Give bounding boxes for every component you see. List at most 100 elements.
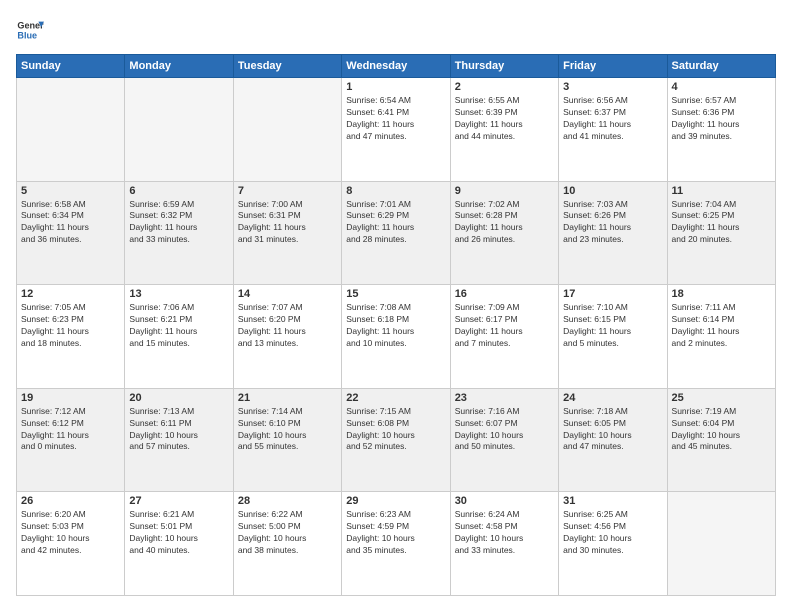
logo-icon: General Blue [16,16,44,44]
calendar-cell: 26 Sunrise: 6:20 AM Sunset: 5:03 PM Dayli… [17,492,125,596]
day-number: 25 [672,392,771,404]
day-info: Sunrise: 6:25 AM Sunset: 4:56 PM Dayligh… [563,509,662,557]
calendar-week-1: 1 Sunrise: 6:54 AM Sunset: 6:41 PM Daylig… [17,78,776,182]
calendar-table: SundayMondayTuesdayWednesdayThursdayFrid… [16,54,776,596]
day-info: Sunrise: 6:55 AM Sunset: 6:39 PM Dayligh… [455,95,554,143]
day-number: 2 [455,81,554,93]
day-info: Sunrise: 7:00 AM Sunset: 6:31 PM Dayligh… [238,199,337,247]
day-info: Sunrise: 7:11 AM Sunset: 6:14 PM Dayligh… [672,302,771,350]
day-number: 12 [21,288,120,300]
day-number: 13 [129,288,228,300]
day-number: 20 [129,392,228,404]
calendar-cell: 12 Sunrise: 7:05 AM Sunset: 6:23 PM Dayli… [17,285,125,389]
day-info: Sunrise: 7:18 AM Sunset: 6:05 PM Dayligh… [563,406,662,454]
day-number: 6 [129,185,228,197]
day-info: Sunrise: 7:12 AM Sunset: 6:12 PM Dayligh… [21,406,120,454]
day-number: 7 [238,185,337,197]
calendar-week-5: 26 Sunrise: 6:20 AM Sunset: 5:03 PM Dayli… [17,492,776,596]
day-info: Sunrise: 7:09 AM Sunset: 6:17 PM Dayligh… [455,302,554,350]
day-info: Sunrise: 7:02 AM Sunset: 6:28 PM Dayligh… [455,199,554,247]
col-header-monday: Monday [125,55,233,78]
calendar-cell: 18Sunrise: 7:11 AM Sunset: 6:14 PM Dayli… [667,285,775,389]
day-info: Sunrise: 7:15 AM Sunset: 6:08 PM Dayligh… [346,406,445,454]
calendar-cell: 29 Sunrise: 6:23 AM Sunset: 4:59 PM Dayli… [342,492,450,596]
day-number: 4 [672,81,771,93]
calendar-cell: 7 Sunrise: 7:00 AM Sunset: 6:31 PM Daylig… [233,181,341,285]
day-number: 3 [563,81,662,93]
day-info: Sunrise: 6:21 AM Sunset: 5:01 PM Dayligh… [129,509,228,557]
day-number: 29 [346,495,445,507]
day-number: 22 [346,392,445,404]
calendar-cell: 16Sunrise: 7:09 AM Sunset: 6:17 PM Dayli… [450,285,558,389]
day-info: Sunrise: 7:13 AM Sunset: 6:11 PM Dayligh… [129,406,228,454]
calendar-cell: 13Sunrise: 7:06 AM Sunset: 6:21 PM Dayli… [125,285,233,389]
calendar-cell: 5 Sunrise: 6:58 AM Sunset: 6:34 PM Daylig… [17,181,125,285]
day-info: Sunrise: 7:07 AM Sunset: 6:20 PM Dayligh… [238,302,337,350]
calendar-cell: 2 Sunrise: 6:55 AM Sunset: 6:39 PM Daylig… [450,78,558,182]
col-header-friday: Friday [559,55,667,78]
day-number: 9 [455,185,554,197]
day-number: 21 [238,392,337,404]
calendar-cell: 19 Sunrise: 7:12 AM Sunset: 6:12 PM Dayli… [17,388,125,492]
calendar-cell: 20 Sunrise: 7:13 AM Sunset: 6:11 PM Dayli… [125,388,233,492]
calendar-cell: 24 Sunrise: 7:18 AM Sunset: 6:05 PM Dayli… [559,388,667,492]
col-header-thursday: Thursday [450,55,558,78]
calendar-cell: 11 Sunrise: 7:04 AM Sunset: 6:25 PM Dayli… [667,181,775,285]
col-header-saturday: Saturday [667,55,775,78]
day-number: 31 [563,495,662,507]
day-info: Sunrise: 7:04 AM Sunset: 6:25 PM Dayligh… [672,199,771,247]
day-number: 11 [672,185,771,197]
day-info: Sunrise: 7:03 AM Sunset: 6:26 PM Dayligh… [563,199,662,247]
day-info: Sunrise: 7:08 AM Sunset: 6:18 PM Dayligh… [346,302,445,350]
day-info: Sunrise: 6:58 AM Sunset: 6:34 PM Dayligh… [21,199,120,247]
day-info: Sunrise: 7:14 AM Sunset: 6:10 PM Dayligh… [238,406,337,454]
calendar-cell [667,492,775,596]
day-info: Sunrise: 6:57 AM Sunset: 6:36 PM Dayligh… [672,95,771,143]
day-info: Sunrise: 6:56 AM Sunset: 6:37 PM Dayligh… [563,95,662,143]
page: General Blue SundayMondayTuesdayWednesda… [0,0,792,612]
calendar-cell: 22 Sunrise: 7:15 AM Sunset: 6:08 PM Dayli… [342,388,450,492]
col-header-tuesday: Tuesday [233,55,341,78]
day-number: 30 [455,495,554,507]
day-number: 26 [21,495,120,507]
calendar-cell: 14 Sunrise: 7:07 AM Sunset: 6:20 PM Dayli… [233,285,341,389]
calendar-week-2: 5 Sunrise: 6:58 AM Sunset: 6:34 PM Daylig… [17,181,776,285]
day-info: Sunrise: 7:05 AM Sunset: 6:23 PM Dayligh… [21,302,120,350]
calendar-cell: 4 Sunrise: 6:57 AM Sunset: 6:36 PM Daylig… [667,78,775,182]
calendar-cell: 31 Sunrise: 6:25 AM Sunset: 4:56 PM Dayli… [559,492,667,596]
day-info: Sunrise: 6:54 AM Sunset: 6:41 PM Dayligh… [346,95,445,143]
calendar-cell: 6Sunrise: 6:59 AM Sunset: 6:32 PM Daylig… [125,181,233,285]
day-info: Sunrise: 7:16 AM Sunset: 6:07 PM Dayligh… [455,406,554,454]
day-info: Sunrise: 6:23 AM Sunset: 4:59 PM Dayligh… [346,509,445,557]
calendar-week-4: 19 Sunrise: 7:12 AM Sunset: 6:12 PM Dayli… [17,388,776,492]
day-info: Sunrise: 7:19 AM Sunset: 6:04 PM Dayligh… [672,406,771,454]
logo: General Blue [16,16,44,44]
calendar-cell: 8Sunrise: 7:01 AM Sunset: 6:29 PM Daylig… [342,181,450,285]
day-number: 1 [346,81,445,93]
calendar-cell: 28Sunrise: 6:22 AM Sunset: 5:00 PM Dayli… [233,492,341,596]
svg-text:Blue: Blue [17,30,37,40]
day-number: 27 [129,495,228,507]
day-number: 8 [346,185,445,197]
calendar-cell [125,78,233,182]
day-number: 17 [563,288,662,300]
col-header-wednesday: Wednesday [342,55,450,78]
day-number: 5 [21,185,120,197]
day-number: 19 [21,392,120,404]
calendar-cell: 27 Sunrise: 6:21 AM Sunset: 5:01 PM Dayli… [125,492,233,596]
calendar-cell [233,78,341,182]
calendar-cell: 21 Sunrise: 7:14 AM Sunset: 6:10 PM Dayli… [233,388,341,492]
calendar-cell: 30Sunrise: 6:24 AM Sunset: 4:58 PM Dayli… [450,492,558,596]
day-info: Sunrise: 7:10 AM Sunset: 6:15 PM Dayligh… [563,302,662,350]
calendar-cell: 17 Sunrise: 7:10 AM Sunset: 6:15 PM Dayli… [559,285,667,389]
calendar-cell: 10 Sunrise: 7:03 AM Sunset: 6:26 PM Dayli… [559,181,667,285]
day-number: 15 [346,288,445,300]
day-number: 10 [563,185,662,197]
calendar-cell: 1 Sunrise: 6:54 AM Sunset: 6:41 PM Daylig… [342,78,450,182]
day-info: Sunrise: 6:20 AM Sunset: 5:03 PM Dayligh… [21,509,120,557]
calendar-cell: 25 Sunrise: 7:19 AM Sunset: 6:04 PM Dayli… [667,388,775,492]
day-number: 24 [563,392,662,404]
day-number: 14 [238,288,337,300]
calendar-cell [17,78,125,182]
calendar-header-row: SundayMondayTuesdayWednesdayThursdayFrid… [17,55,776,78]
